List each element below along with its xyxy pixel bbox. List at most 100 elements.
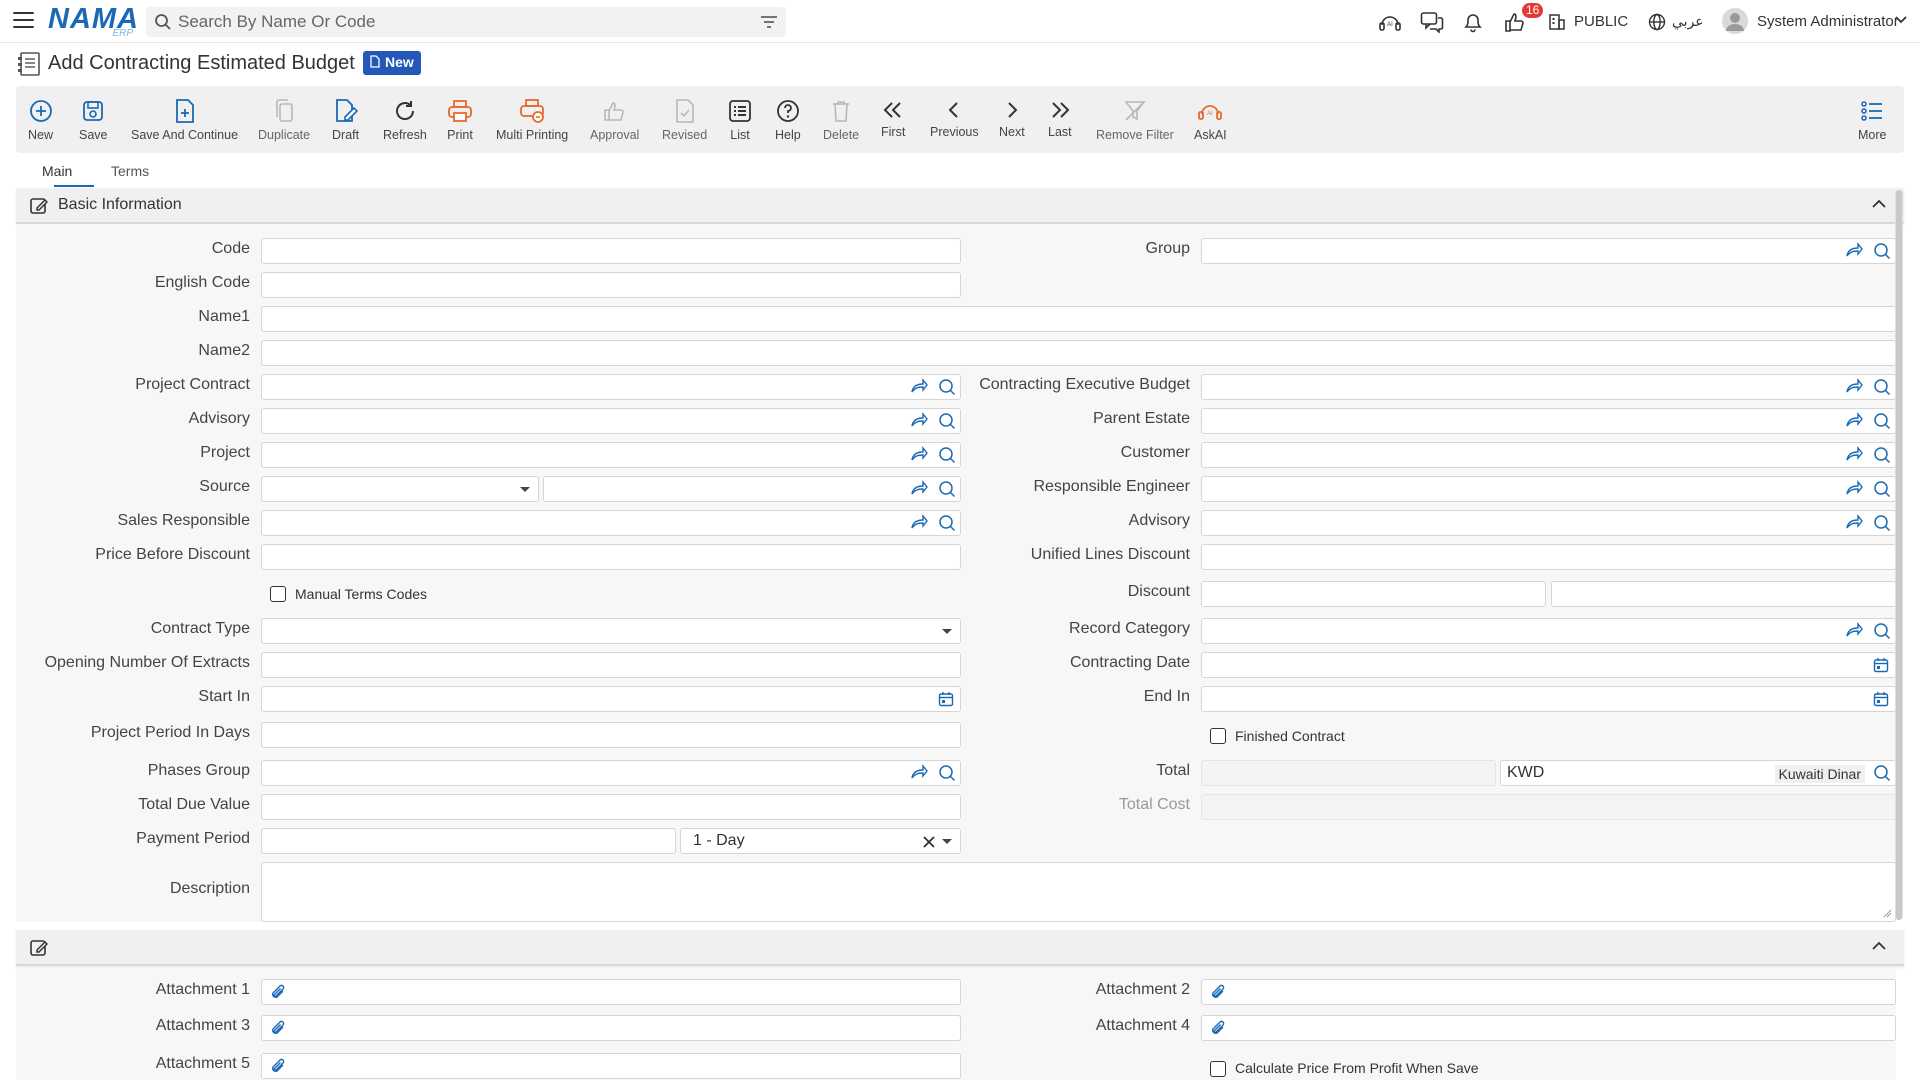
- sales-responsible-field[interactable]: [261, 510, 961, 536]
- manual-terms-codes-checkbox[interactable]: [270, 586, 286, 602]
- attachments-header[interactable]: [16, 930, 1904, 966]
- delete-button[interactable]: Delete: [823, 86, 859, 153]
- save-and-continue-button[interactable]: Save And Continue: [131, 86, 238, 153]
- last-record-button[interactable]: Last: [1048, 86, 1072, 153]
- open-link-icon[interactable]: [910, 480, 928, 496]
- contract-type-select[interactable]: [261, 618, 961, 644]
- open-link-icon[interactable]: [1845, 480, 1863, 496]
- unified-lines-discount-field[interactable]: [1201, 544, 1896, 570]
- record-category-field[interactable]: [1201, 618, 1896, 644]
- lookup-search-icon[interactable]: [1873, 622, 1891, 640]
- end-in-date-field[interactable]: [1201, 686, 1896, 712]
- list-button[interactable]: List: [728, 86, 752, 153]
- lookup-search-icon[interactable]: [1873, 480, 1891, 498]
- bell-icon[interactable]: [1462, 11, 1484, 33]
- duplicate-button[interactable]: Duplicate: [258, 86, 310, 153]
- contracting-executive-budget-field[interactable]: [1201, 374, 1896, 400]
- branch-label[interactable]: PUBLIC: [1574, 13, 1628, 30]
- multi-printing-button[interactable]: Multi Printing: [496, 86, 568, 153]
- revised-button[interactable]: Revised: [662, 86, 707, 153]
- source-type-select[interactable]: [261, 476, 539, 502]
- parent-estate-field[interactable]: [1201, 408, 1896, 434]
- menu-icon[interactable]: [13, 12, 34, 30]
- opening-number-extracts-field[interactable]: [261, 652, 961, 678]
- payment-period-unit-select[interactable]: 1 - Day: [680, 828, 961, 854]
- lookup-search-icon[interactable]: [938, 446, 956, 464]
- currency-field[interactable]: KWD Kuwaiti Dinar: [1500, 760, 1896, 786]
- calendar-icon[interactable]: [938, 691, 954, 707]
- calc-price-profit-checkbox[interactable]: [1210, 1061, 1226, 1077]
- new-button[interactable]: New: [28, 86, 53, 153]
- payment-period-field[interactable]: [261, 828, 676, 854]
- customer-field[interactable]: [1201, 442, 1896, 468]
- lookup-search-icon[interactable]: [938, 412, 956, 430]
- attachment-4-field[interactable]: [1201, 1015, 1896, 1041]
- project-field[interactable]: [261, 442, 961, 468]
- next-record-button[interactable]: Next: [999, 86, 1025, 153]
- open-link-icon[interactable]: [910, 514, 928, 530]
- source-field[interactable]: [543, 476, 961, 502]
- open-link-icon[interactable]: [1845, 446, 1863, 462]
- building-icon[interactable]: [1548, 13, 1566, 31]
- refresh-button[interactable]: Refresh: [383, 86, 427, 153]
- advisory-field[interactable]: [261, 408, 961, 434]
- total-due-value-field[interactable]: [261, 794, 961, 820]
- lookup-search-icon[interactable]: [1873, 514, 1891, 532]
- attachment-3-field[interactable]: [261, 1015, 961, 1041]
- resize-handle-icon[interactable]: [1883, 909, 1892, 918]
- print-button[interactable]: Print: [447, 86, 473, 153]
- open-link-icon[interactable]: [1845, 514, 1863, 530]
- lookup-search-icon[interactable]: [938, 378, 956, 396]
- name1-field[interactable]: [261, 306, 1896, 332]
- discount-percent-field[interactable]: [1201, 581, 1546, 607]
- tab-main[interactable]: Main: [42, 163, 72, 179]
- open-link-icon[interactable]: [1845, 412, 1863, 428]
- attachment-2-field[interactable]: [1201, 979, 1896, 1005]
- discount-value-field[interactable]: [1551, 581, 1896, 607]
- name2-field[interactable]: [261, 340, 1896, 366]
- description-textarea[interactable]: [261, 862, 1896, 922]
- phases-group-field[interactable]: [261, 760, 961, 786]
- lookup-search-icon[interactable]: [1873, 764, 1891, 782]
- project-contract-field[interactable]: [261, 374, 961, 400]
- filter-icon[interactable]: [760, 15, 778, 29]
- clear-icon[interactable]: [923, 836, 935, 848]
- english-code-field[interactable]: [261, 272, 961, 298]
- finished-contract-checkbox[interactable]: [1210, 728, 1226, 744]
- attachment-1-field[interactable]: [261, 979, 961, 1005]
- previous-record-button[interactable]: Previous: [930, 86, 979, 153]
- open-link-icon[interactable]: [1845, 622, 1863, 638]
- first-record-button[interactable]: First: [881, 86, 905, 153]
- globe-icon[interactable]: [1648, 13, 1666, 31]
- open-link-icon[interactable]: [910, 378, 928, 394]
- open-link-icon[interactable]: [910, 764, 928, 780]
- form-scrollbar[interactable]: [1895, 190, 1903, 920]
- chevron-down-icon[interactable]: [1895, 16, 1907, 24]
- more-button[interactable]: More: [1858, 86, 1886, 153]
- scrollbar-thumb[interactable]: [1896, 190, 1902, 920]
- open-link-icon[interactable]: [910, 412, 928, 428]
- price-before-discount-field[interactable]: [261, 544, 961, 570]
- tab-terms[interactable]: Terms: [111, 163, 149, 179]
- paperclip-icon[interactable]: [270, 1058, 286, 1075]
- calendar-icon[interactable]: [1873, 691, 1889, 707]
- responsible-engineer-field[interactable]: [1201, 476, 1896, 502]
- start-in-date-field[interactable]: [261, 686, 961, 712]
- ai-assistant-icon[interactable]: AI: [1378, 11, 1402, 33]
- lookup-search-icon[interactable]: [1873, 446, 1891, 464]
- code-field[interactable]: [261, 238, 961, 264]
- paperclip-icon[interactable]: [270, 984, 286, 1001]
- basic-information-header[interactable]: Basic Information: [16, 188, 1904, 224]
- language-switch[interactable]: عربي: [1672, 13, 1704, 30]
- project-period-days-field[interactable]: [261, 722, 961, 748]
- lookup-search-icon[interactable]: [1873, 242, 1891, 260]
- lookup-search-icon[interactable]: [938, 514, 956, 532]
- save-button[interactable]: Save: [79, 86, 108, 153]
- user-name[interactable]: System Administrator: [1757, 13, 1899, 30]
- search-input[interactable]: [178, 11, 738, 33]
- approval-button[interactable]: Approval: [590, 86, 639, 153]
- open-link-icon[interactable]: [1845, 378, 1863, 394]
- askai-button[interactable]: AI AskAI: [1194, 86, 1227, 153]
- remove-filter-button[interactable]: Remove Filter: [1096, 86, 1174, 153]
- lookup-search-icon[interactable]: [938, 764, 956, 782]
